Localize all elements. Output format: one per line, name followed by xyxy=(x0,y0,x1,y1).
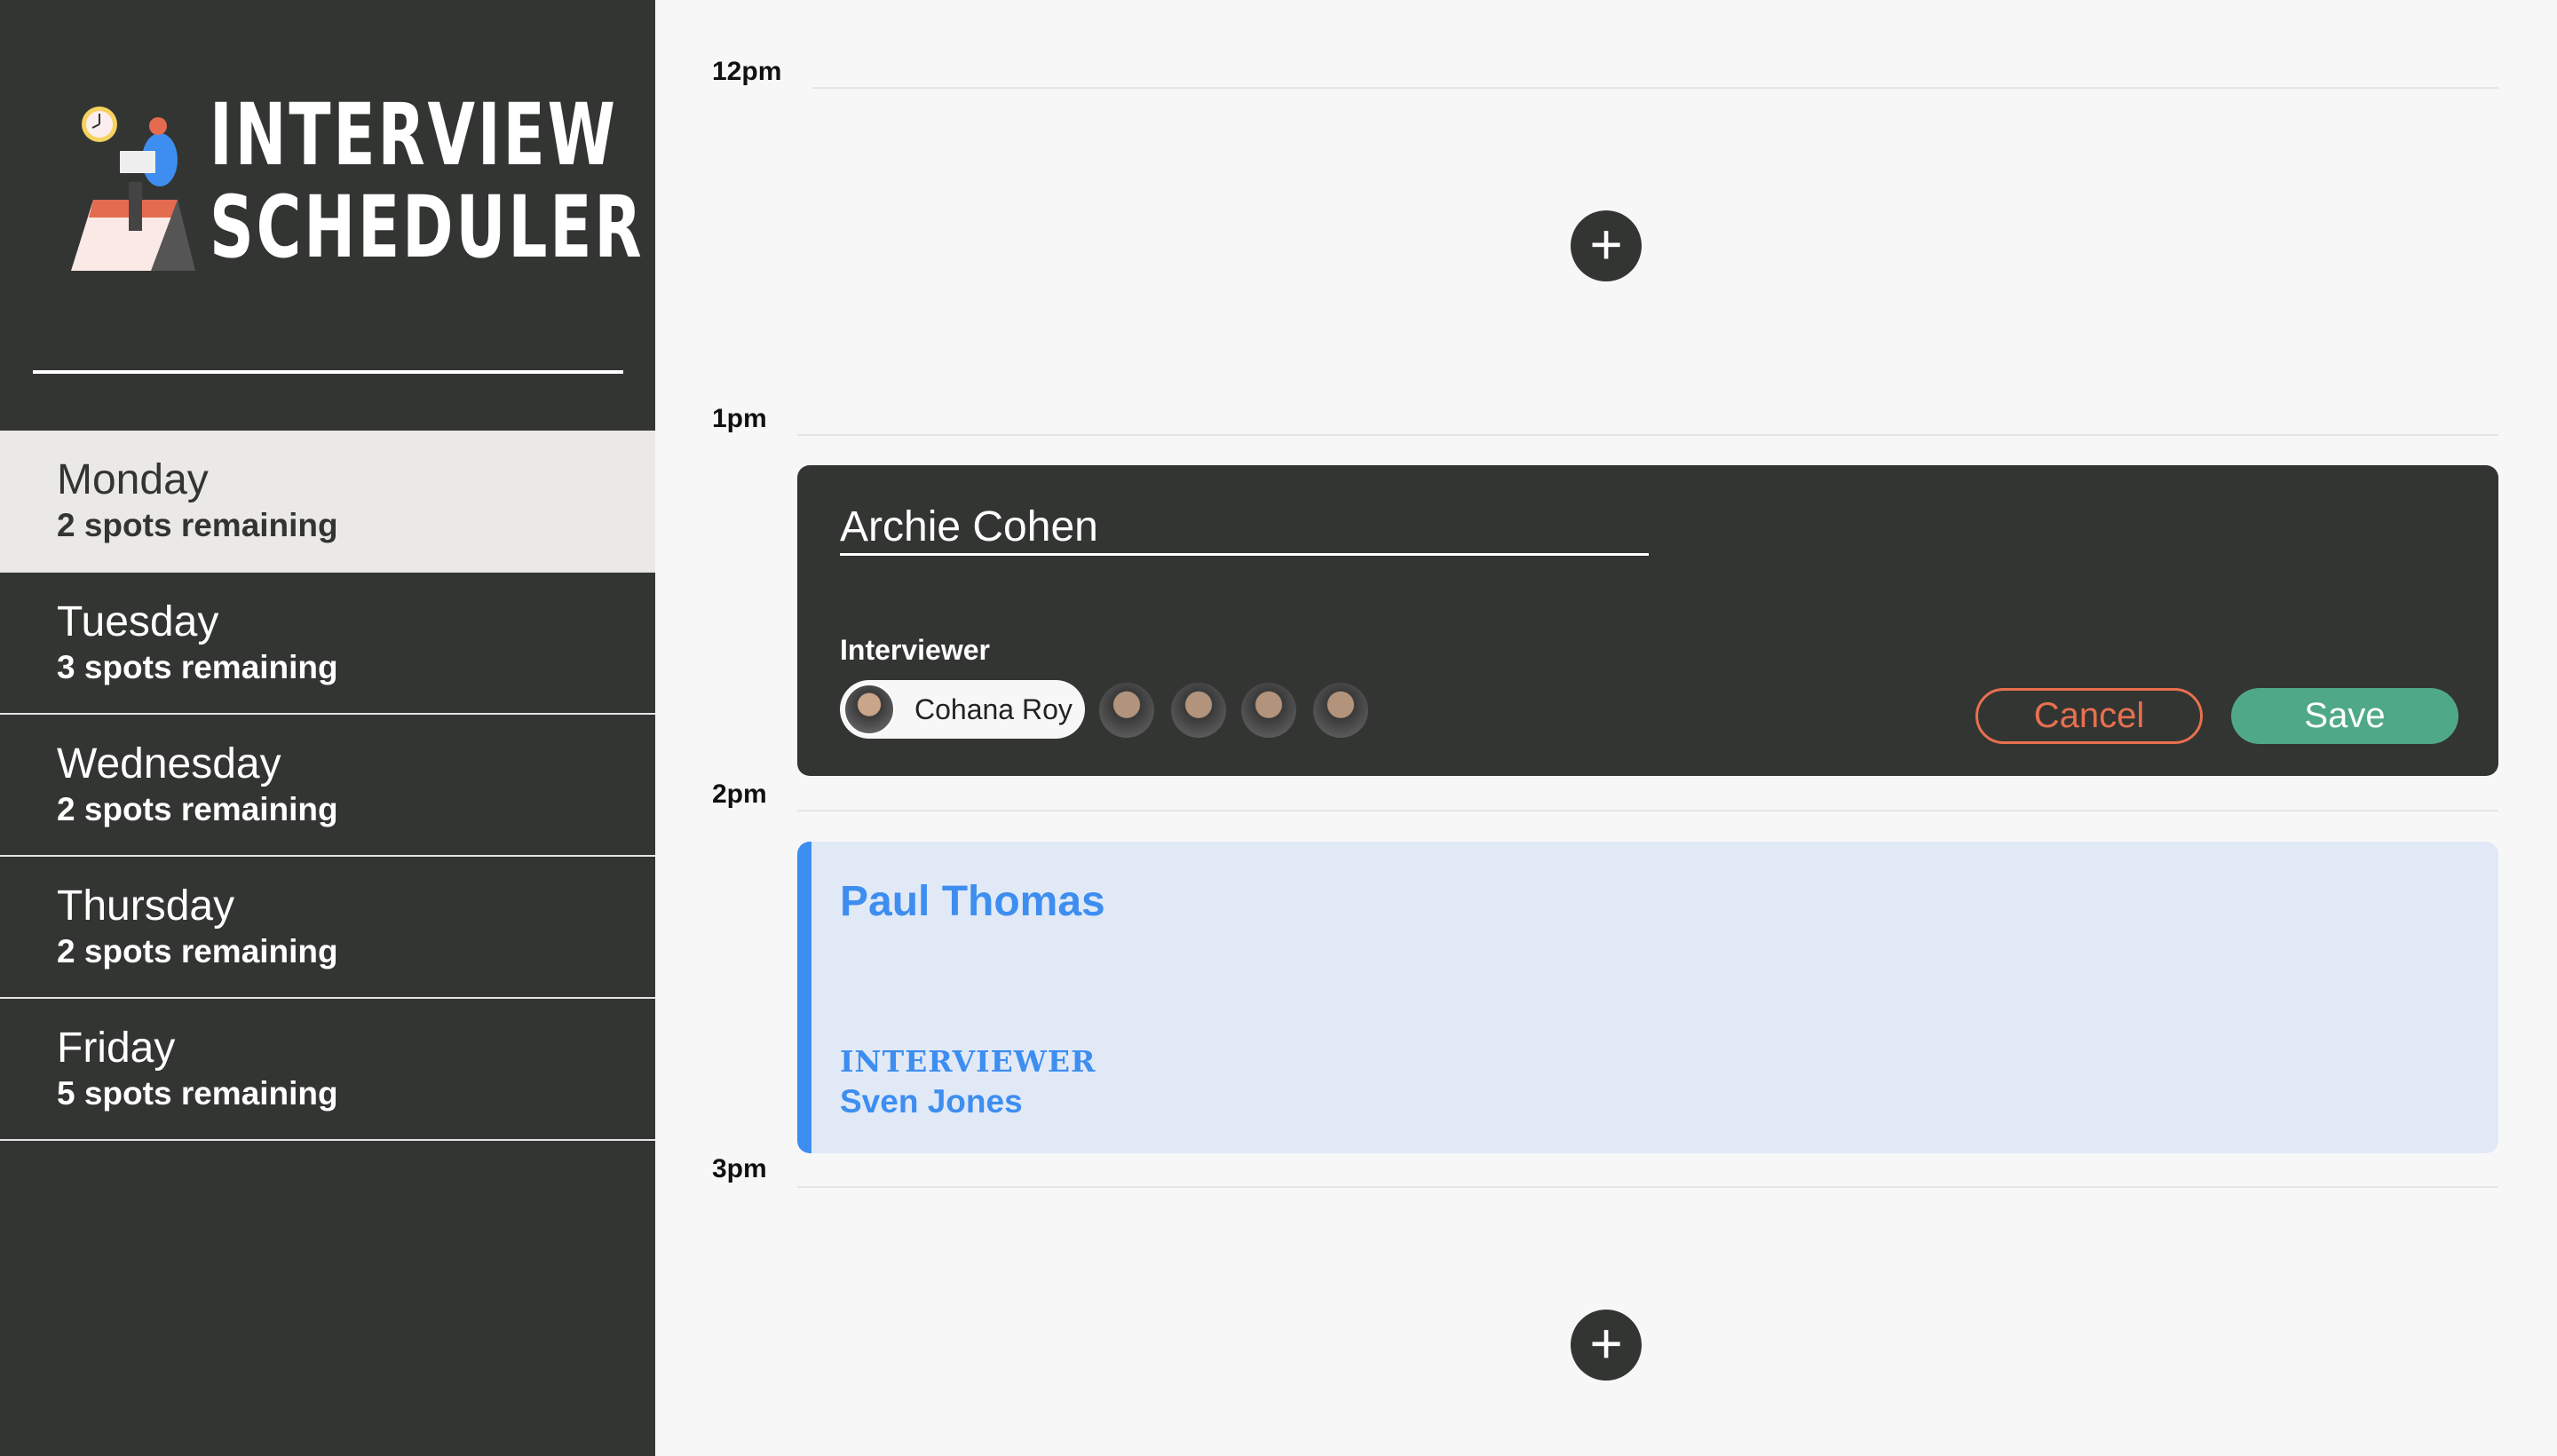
day-name: Thursday xyxy=(57,882,235,930)
add-appointment-button[interactable]: + xyxy=(1571,1310,1642,1381)
spots-remaining: 3 spots remaining xyxy=(57,649,338,685)
spots-remaining: 2 spots remaining xyxy=(57,933,338,969)
app-title: INTERVIEW SCHEDULER xyxy=(210,89,644,273)
time-label: 1pm xyxy=(712,404,767,433)
hour-line xyxy=(812,87,2498,89)
student-name: Paul Thomas xyxy=(840,878,1105,925)
interviewer-option-avatar[interactable] xyxy=(1171,683,1226,738)
avatar xyxy=(843,684,895,735)
save-button[interactable]: Save xyxy=(2231,688,2458,744)
student-name-input[interactable] xyxy=(840,501,1649,556)
interviewer-name: Sven Jones xyxy=(840,1083,1023,1120)
cancel-button[interactable]: Cancel xyxy=(1975,688,2203,744)
hour-line xyxy=(797,1186,2498,1188)
appointment-edit-form: Interviewer Cohana Roy Cancel Save xyxy=(797,465,2498,776)
spots-remaining: 5 spots remaining xyxy=(57,1075,338,1112)
sidebar-item-tuesday[interactable]: Tuesday 3 spots remaining xyxy=(0,573,655,715)
sidebar-item-friday[interactable]: Friday 5 spots remaining xyxy=(0,999,655,1141)
day-name: Wednesday xyxy=(57,740,281,787)
hour-line xyxy=(797,810,2498,811)
spots-remaining: 2 spots remaining xyxy=(57,507,338,543)
interviewer-label: Interviewer xyxy=(840,634,990,666)
add-appointment-button[interactable]: + xyxy=(1571,210,1642,281)
time-label: 2pm xyxy=(712,779,767,809)
plus-icon: + xyxy=(1589,1311,1623,1375)
day-name: Tuesday xyxy=(57,598,219,645)
interviewer-option-avatar[interactable] xyxy=(1099,683,1154,738)
interviewer-option-selected[interactable]: Cohana Roy xyxy=(840,680,1085,739)
interviewer-name: Cohana Roy xyxy=(914,692,1073,725)
interviewer-label: INTERVIEWER xyxy=(840,1044,1096,1079)
day-name: Friday xyxy=(57,1025,176,1072)
sidebar-item-wednesday[interactable]: Wednesday 2 spots remaining xyxy=(0,715,655,857)
appointment-card[interactable]: Paul Thomas INTERVIEWER Sven Jones xyxy=(797,842,2498,1153)
spots-remaining: 2 spots remaining xyxy=(57,791,338,827)
hour-line xyxy=(797,434,2498,436)
logo-illustration xyxy=(71,107,195,271)
time-label: 12pm xyxy=(712,57,782,86)
interviewer-option-avatar[interactable] xyxy=(1313,683,1368,738)
time-label: 3pm xyxy=(712,1154,767,1183)
day-name: Monday xyxy=(57,456,209,503)
sidebar: INTERVIEW SCHEDULER Monday 2 spots remaini… xyxy=(0,0,655,1456)
sidebar-item-monday[interactable]: Monday 2 spots remaining xyxy=(0,431,655,573)
title-line-2: SCHEDULER xyxy=(210,178,645,277)
interviewer-option-avatar[interactable] xyxy=(1241,683,1296,738)
sidebar-divider xyxy=(33,370,623,374)
title-line-1: INTERVIEW xyxy=(210,85,618,185)
plus-icon: + xyxy=(1589,212,1623,276)
sidebar-item-thursday[interactable]: Thursday 2 spots remaining xyxy=(0,857,655,999)
